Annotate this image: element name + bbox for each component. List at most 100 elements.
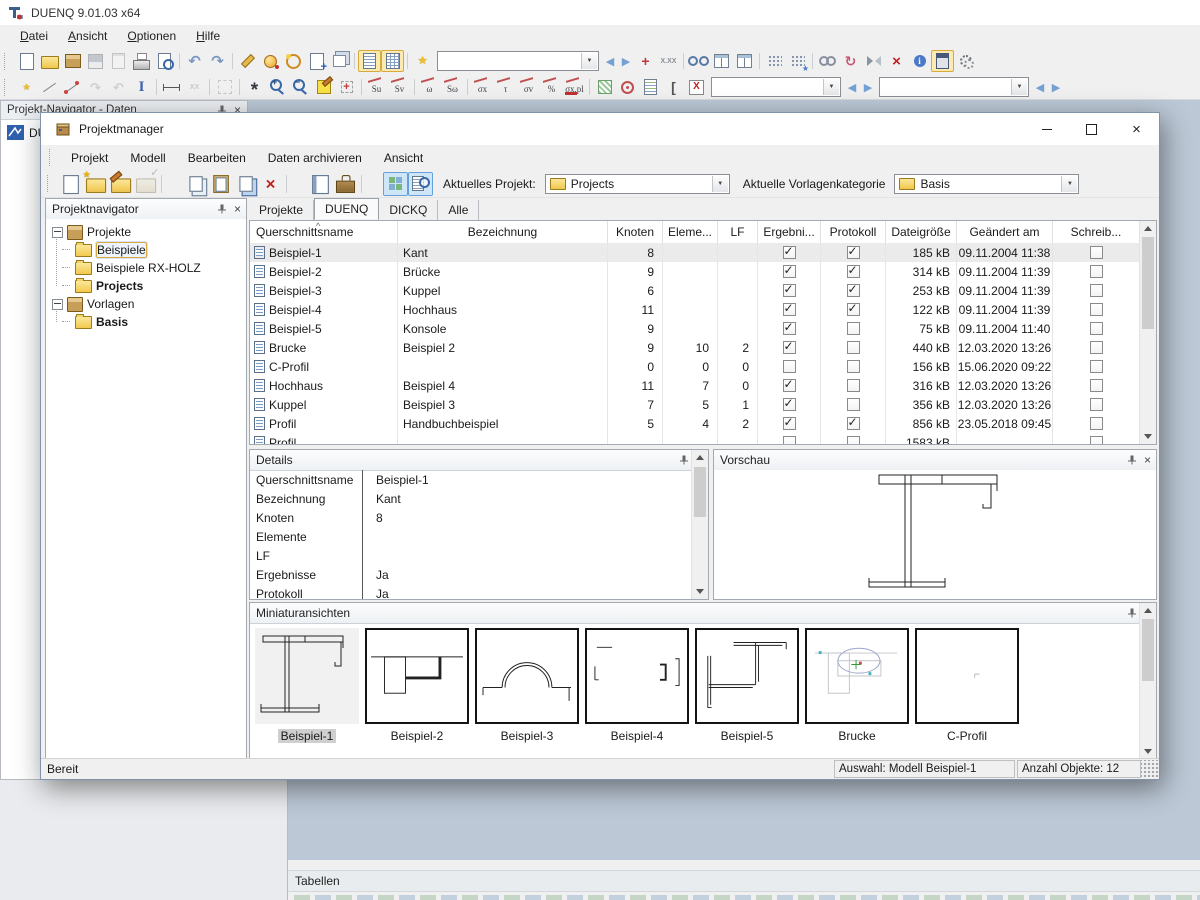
- scroll-down-button[interactable]: [692, 584, 708, 599]
- pm-menu-daten-archivieren[interactable]: Daten archivieren: [257, 148, 373, 168]
- copy-icon[interactable]: [182, 170, 210, 197]
- pm-menu-ansicht[interactable]: Ansicht: [373, 148, 434, 168]
- pin-icon[interactable]: [679, 455, 689, 465]
- pin-icon[interactable]: [217, 204, 227, 214]
- current-project-combobox[interactable]: Projects ▼: [545, 174, 730, 194]
- stress-sigma-v-icon[interactable]: σv: [517, 76, 540, 98]
- close-icon[interactable]: ×: [234, 203, 241, 215]
- menu-datei[interactable]: Datei: [10, 26, 58, 46]
- stress-su-icon[interactable]: Su: [365, 76, 388, 98]
- column-header[interactable]: Ergebni...: [758, 221, 821, 243]
- writeprotect-checkbox[interactable]: [1090, 398, 1103, 411]
- tree-beispiele[interactable]: Beispiele: [62, 241, 246, 259]
- new-project-icon[interactable]: [82, 170, 110, 197]
- insert-node-icon[interactable]: ★: [15, 76, 38, 98]
- pin-icon[interactable]: [1127, 608, 1137, 618]
- stress-sigma-x-icon[interactable]: σx: [471, 76, 494, 98]
- mirror-icon[interactable]: [862, 50, 885, 72]
- protocol-checkbox[interactable]: [847, 284, 860, 297]
- grid-icon[interactable]: [763, 50, 786, 72]
- writeprotect-checkbox[interactable]: [1090, 360, 1103, 373]
- recalculate-icon[interactable]: [259, 50, 282, 72]
- select-region-icon[interactable]: [213, 76, 236, 98]
- dropdown-arrow-icon[interactable]: ▼: [1011, 79, 1027, 95]
- project-manager-icon[interactable]: [61, 50, 84, 72]
- refresh-icon[interactable]: [282, 50, 305, 72]
- next-loadcase-icon[interactable]: ▶: [860, 81, 876, 94]
- stress-somega-icon[interactable]: Sω: [441, 76, 464, 98]
- results-checkbox[interactable]: [783, 417, 796, 430]
- column-header[interactable]: Querschnittsname: [250, 221, 398, 243]
- dropdown-arrow-icon[interactable]: ▼: [581, 53, 597, 69]
- toolbar-grip[interactable]: [4, 79, 10, 96]
- column-header[interactable]: Schreib...: [1053, 221, 1139, 243]
- insert-line-icon[interactable]: [38, 76, 61, 98]
- delete-table-icon[interactable]: X: [685, 76, 708, 98]
- prev-loadcase-icon[interactable]: ◀: [844, 81, 860, 94]
- scroll-thumb[interactable]: [694, 467, 706, 517]
- column-header[interactable]: Geändert am: [957, 221, 1053, 243]
- column-header[interactable]: Protokoll: [821, 221, 886, 243]
- toolbar-grip[interactable]: [4, 53, 10, 70]
- table-row[interactable]: Beispiel-5 Konsole 9 75 kB 09.11.2004 11…: [250, 319, 1139, 338]
- table-row[interactable]: C-Profil 0 0 0 156 kB 15.06.2020 09:22: [250, 357, 1139, 376]
- grid-snap-icon[interactable]: [786, 50, 809, 72]
- zoom-extents-icon[interactable]: *: [243, 76, 266, 98]
- print-preview-icon[interactable]: [153, 50, 176, 72]
- thumbnails-scrollbar[interactable]: [1139, 603, 1156, 759]
- minimize-button[interactable]: [1024, 113, 1069, 145]
- writeprotect-checkbox[interactable]: [1090, 284, 1103, 297]
- resize-grip[interactable]: [1141, 760, 1159, 778]
- dropdown-arrow-icon[interactable]: ▼: [823, 79, 839, 95]
- table-row[interactable]: Beispiel-1 Kant 8 185 kB 09.11.2004 11:3…: [250, 243, 1139, 262]
- table-row[interactable]: Beispiel-2 Brücke 9 314 kB 09.11.2004 11…: [250, 262, 1139, 281]
- writeprotect-checkbox[interactable]: [1090, 265, 1103, 278]
- next-result-icon[interactable]: ▶: [1048, 81, 1064, 94]
- nav-forward-icon[interactable]: ▶: [618, 55, 634, 68]
- table-row[interactable]: Profil Handbuchbeispiel 5 4 2 856 kB 23.…: [250, 414, 1139, 433]
- writeprotect-checkbox[interactable]: [1090, 417, 1103, 430]
- writeprotect-checkbox[interactable]: [1090, 341, 1103, 354]
- column-header[interactable]: Dateigröße: [886, 221, 957, 243]
- archive-icon[interactable]: [332, 170, 360, 197]
- table-scrollbar[interactable]: [1139, 221, 1156, 444]
- results-checkbox[interactable]: [783, 284, 796, 297]
- results-checkbox[interactable]: [783, 379, 796, 392]
- copy-model-icon[interactable]: [232, 170, 260, 197]
- thumbnail-beispiel-2[interactable]: Beispiel-2: [365, 628, 469, 743]
- scroll-down-button[interactable]: [1140, 744, 1156, 759]
- section-combobox[interactable]: ▼: [437, 51, 599, 71]
- close-icon[interactable]: ×: [1144, 454, 1151, 466]
- delete-results-icon[interactable]: ×: [885, 50, 908, 72]
- info-icon[interactable]: [908, 50, 931, 72]
- tab-dickq[interactable]: DICKQ: [379, 200, 438, 220]
- tab-projekte[interactable]: Projekte: [249, 200, 314, 220]
- protocol-checkbox[interactable]: [847, 436, 860, 444]
- loadcase-combobox[interactable]: ▼: [711, 77, 841, 97]
- column-header[interactable]: Bezeichnung: [398, 221, 608, 243]
- tab-duenq[interactable]: DUENQ: [314, 198, 379, 220]
- dim-xx-icon[interactable]: XX: [183, 76, 206, 98]
- close-button[interactable]: ×: [1114, 113, 1159, 145]
- results-checkbox[interactable]: [783, 398, 796, 411]
- protocol-checkbox[interactable]: [847, 341, 860, 354]
- move-points-icon[interactable]: [335, 76, 358, 98]
- pin-icon[interactable]: [1127, 455, 1137, 465]
- tree-basis[interactable]: Basis: [62, 313, 246, 331]
- scroll-thumb[interactable]: [1142, 237, 1154, 329]
- stress-sigma-xpl-icon[interactable]: σx,pl: [563, 76, 586, 98]
- details-scrollbar[interactable]: [691, 450, 708, 599]
- tree-vorlagen[interactable]: Vorlagen: [52, 295, 246, 313]
- copy-window-icon[interactable]: [328, 50, 351, 72]
- column-header[interactable]: Knoten: [608, 221, 663, 243]
- dropdown-arrow-icon[interactable]: ▼: [712, 176, 728, 192]
- view-search-toggle[interactable]: [408, 172, 433, 196]
- thumbnail-beispiel-5[interactable]: Beispiel-5: [695, 628, 799, 743]
- column-header[interactable]: Eleme...: [663, 221, 718, 243]
- view-list-toggle[interactable]: [358, 50, 381, 72]
- result-combobox[interactable]: ▼: [879, 77, 1029, 97]
- pm-menu-modell[interactable]: Modell: [119, 148, 176, 168]
- toolbar-grip[interactable]: [47, 175, 53, 192]
- template-category-combobox[interactable]: Basis ▼: [894, 174, 1079, 194]
- projektmanager-titlebar[interactable]: Projektmanager ×: [41, 113, 1159, 145]
